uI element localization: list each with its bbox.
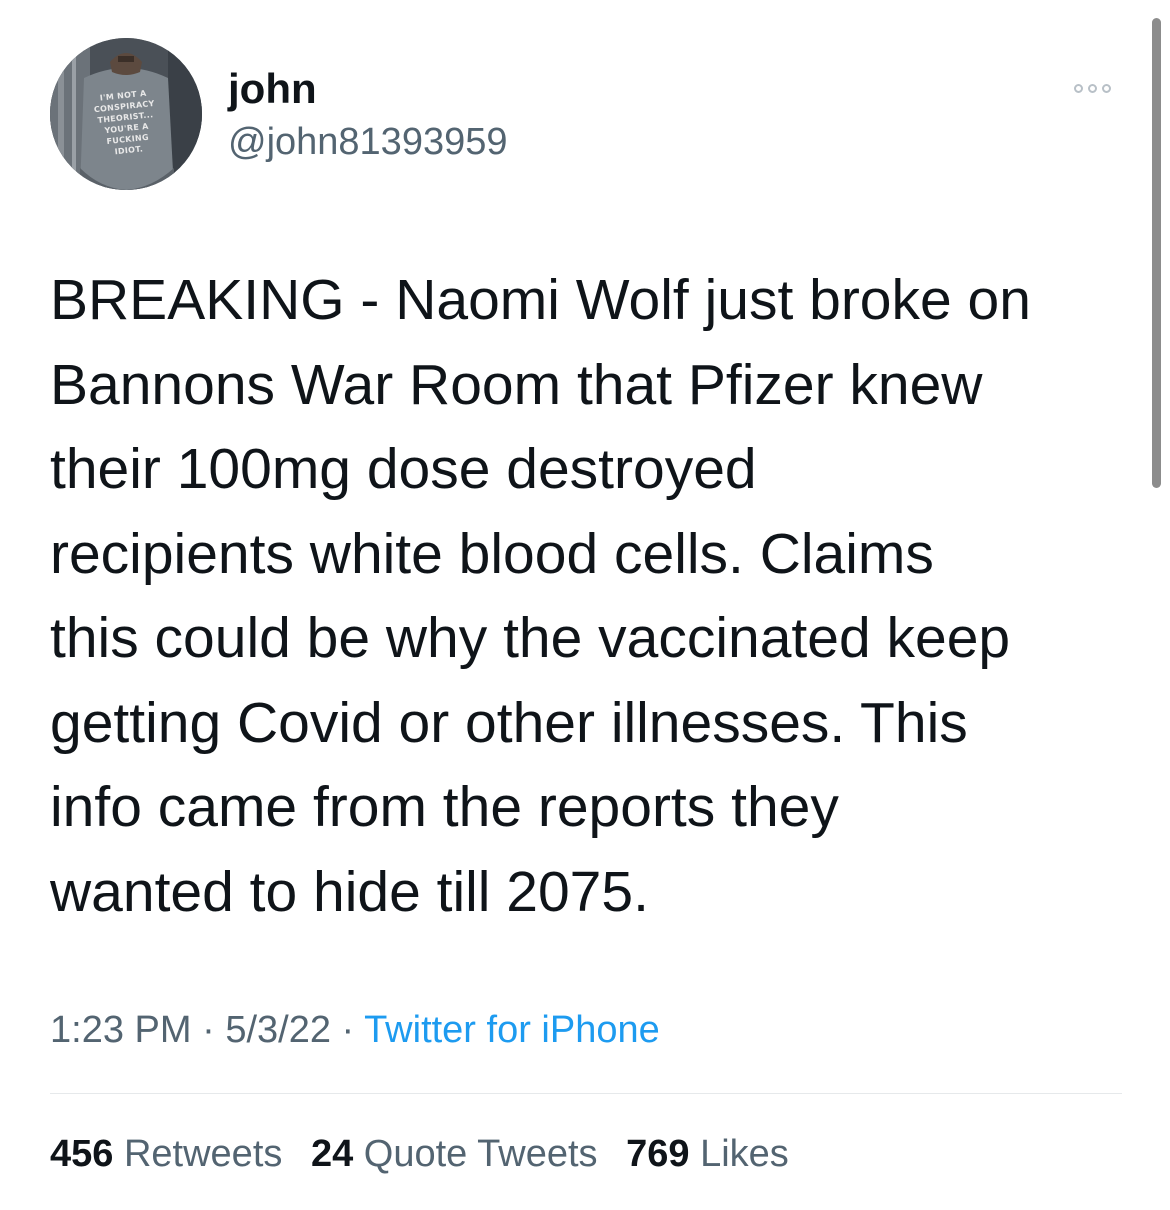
tweet-text-line: recipients white blood cells. Claims [50,521,934,586]
quote-tweets-stat[interactable]: 24 Quote Tweets [311,1133,598,1175]
divider [50,1093,1122,1094]
retweets-label: Retweets [123,1133,283,1175]
likes-label: Likes [700,1133,789,1175]
tweet-source-link[interactable]: Twitter for iPhone [364,1009,660,1051]
tweet-text-line: BREAKING - Naomi Wolf just broke on [50,268,1031,332]
display-name[interactable]: john [228,63,317,115]
likes-stat[interactable]: 769 Likes [626,1133,789,1175]
retweets-count: 456 [50,1133,114,1175]
more-dot [1073,83,1083,93]
avatar-shirt-text: I'M NOT A CONSPIRACY THEORIST... YOU'RE … [77,85,175,160]
tweet-text-line: Bannons War Room that Pfizer knew [50,352,983,417]
tweet-time[interactable]: 1:23 PM [50,1009,192,1051]
tweet-stats: 456 Retweets 24 Quote Tweets 769 Likes [50,1130,807,1178]
tweet-meta: 1:23 PM · 5/3/22 · Twitter for iPhone [50,1006,660,1054]
more-dot [1087,83,1097,93]
tweet-text: BREAKING - Naomi Wolf just broke on Bann… [50,258,1140,934]
avatar[interactable]: I'M NOT A CONSPIRACY THEORIST... YOU'RE … [50,38,202,190]
tweet-text-line: getting Covid or other illnesses. This [50,690,968,755]
likes-count: 769 [626,1133,690,1175]
quote-tweets-count: 24 [310,1133,354,1175]
more-horizontal-icon[interactable] [1064,68,1120,108]
tweet-text-line: this could be why the vaccinated keep [50,606,1011,670]
tweet-text-line: info came from the reports they [50,775,839,839]
retweets-stat[interactable]: 456 Retweets [50,1133,282,1175]
meta-separator: · [202,1009,215,1051]
more-dot [1101,83,1111,93]
tweet-date[interactable]: 5/3/22 [225,1009,331,1051]
tweet-text-line: their 100mg dose destroyed [50,437,757,501]
tweet-page: I'M NOT A CONSPIRACY THEORIST... YOU'RE … [0,0,1170,1210]
quote-tweets-label: Quote Tweets [363,1133,598,1175]
meta-separator: · [341,1009,355,1051]
scrollbar[interactable] [1152,18,1161,488]
tweet-text-line: wanted to hide till 2075. [50,859,649,924]
user-handle[interactable]: @john81393959 [228,118,508,166]
